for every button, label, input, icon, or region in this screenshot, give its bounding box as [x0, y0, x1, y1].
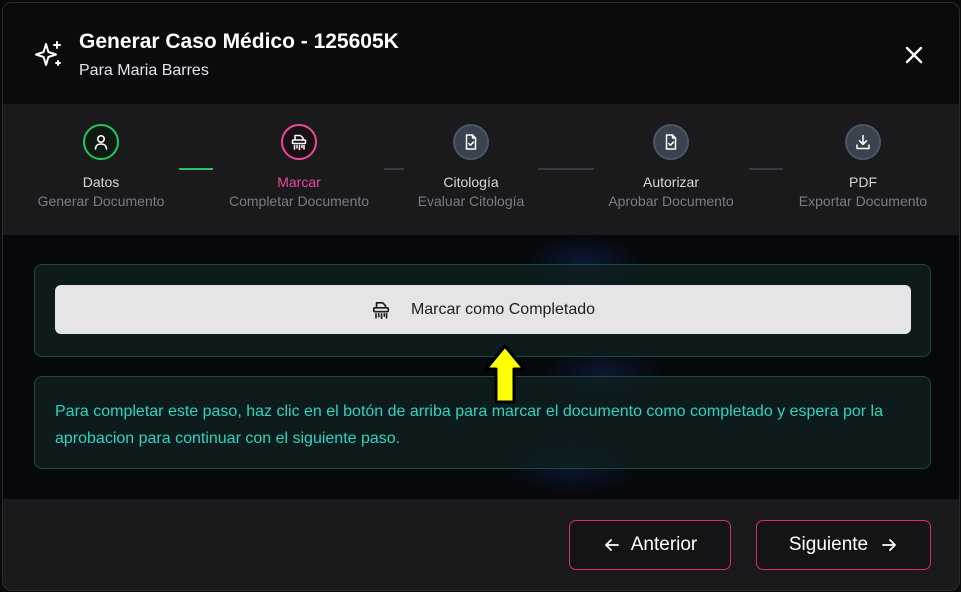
previous-button[interactable]: Anterior — [569, 520, 731, 570]
step-sublabel: Generar Documento — [37, 193, 165, 209]
info-text: Para completar este paso, haz clic en el… — [55, 403, 883, 447]
step-sublabel: Exportar Documento — [798, 193, 928, 209]
step-citologia[interactable]: Citología Evaluar Citología — [371, 124, 571, 209]
step-sublabel: Aprobar Documento — [608, 193, 734, 209]
modal-content: Marcar como Completado Para completar es… — [3, 235, 959, 499]
step-datos[interactable]: Datos Generar Documento — [3, 124, 201, 209]
step-marcar[interactable]: Marcar Completar Documento — [199, 124, 399, 209]
step-circle — [845, 124, 881, 160]
step-sublabel: Evaluar Citología — [417, 193, 525, 209]
step-label: Citología — [443, 174, 499, 190]
next-label: Siguiente — [788, 534, 869, 555]
sparkles-icon — [35, 41, 61, 66]
mark-complete-button[interactable]: Marcar como Completado — [55, 285, 911, 334]
step-label: PDF — [849, 174, 877, 190]
mark-complete-label: Marcar como Completado — [410, 300, 596, 318]
modal-subtitle: Para Maria Barres — [79, 62, 209, 79]
yellow-arrow-icon — [484, 344, 526, 404]
stepper: Datos Generar Documento Marcar Completar… — [3, 104, 959, 235]
user-icon — [94, 134, 108, 150]
generate-case-modal: Generar Caso Médico - 125605K Para Maria… — [2, 2, 960, 591]
step-autorizar[interactable]: Autorizar Aprobar Documento — [571, 124, 771, 209]
previous-label: Anterior — [630, 534, 698, 555]
step-circle — [83, 124, 119, 160]
modal-title: Generar Caso Médico - 125605K — [79, 30, 399, 53]
step-circle — [653, 124, 689, 160]
step-label: Marcar — [277, 174, 321, 190]
file-check-icon — [465, 134, 477, 150]
step-label: Datos — [82, 174, 120, 190]
file-check-icon — [665, 134, 677, 150]
step-circle — [453, 124, 489, 160]
modal-footer: Anterior Siguiente — [3, 499, 959, 590]
close-icon[interactable] — [899, 40, 929, 70]
step-sublabel: Completar Documento — [228, 193, 370, 209]
shredder-icon — [291, 134, 307, 151]
step-circle — [281, 124, 317, 160]
next-button[interactable]: Siguiente — [756, 520, 931, 570]
shredder-icon — [372, 301, 390, 319]
step-label: Autorizar — [642, 174, 700, 190]
arrow-left-icon — [604, 539, 619, 551]
modal-header: Generar Caso Médico - 125605K Para Maria… — [3, 3, 959, 104]
arrow-right-icon — [882, 539, 897, 551]
download-icon — [856, 134, 870, 150]
step-pdf[interactable]: PDF Exportar Documento — [763, 124, 959, 209]
